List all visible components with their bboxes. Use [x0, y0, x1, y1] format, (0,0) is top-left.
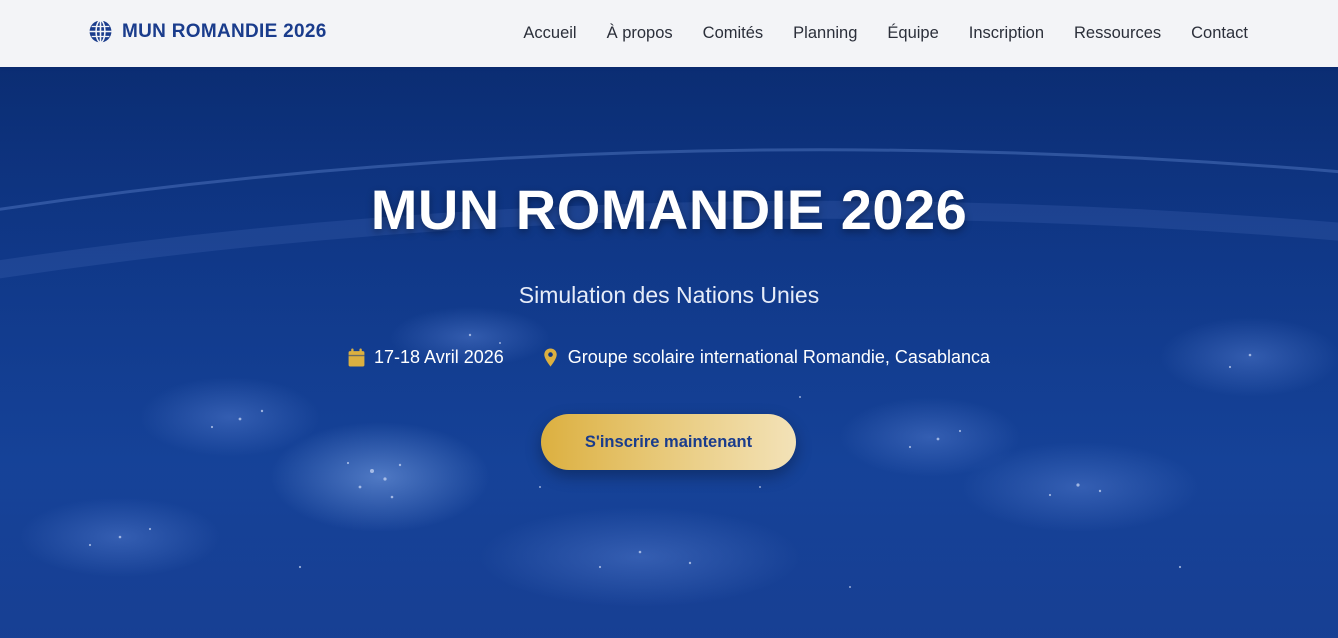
hero-subtitle: Simulation des Nations Unies [518, 282, 820, 308]
nav-link-ressources[interactable]: Ressources [1074, 24, 1161, 43]
brand-title: MUN ROMANDIE 2026 [122, 20, 327, 42]
event-date: 17-18 Avril 2026 [348, 347, 504, 368]
nav-link-comites[interactable]: Comités [703, 24, 764, 43]
event-details: 17-18 Avril 2026 Groupe scolaire interna… [0, 347, 1338, 368]
event-location: Groupe scolaire international Romandie, … [542, 347, 990, 368]
register-now-button[interactable]: S'inscrire maintenant [541, 414, 796, 470]
globe-icon [89, 19, 112, 44]
event-location-text: Groupe scolaire international Romandie, … [567, 347, 990, 367]
nav-link-contact[interactable]: Contact [1191, 24, 1248, 43]
nav-link-equipe[interactable]: Équipe [887, 24, 938, 43]
event-date-text: 17-18 Avril 2026 [373, 347, 504, 367]
top-navbar: MUN ROMANDIE 2026 Accueil À propos Comit… [0, 0, 1338, 67]
nav-link-a-propos[interactable]: À propos [607, 24, 673, 43]
hero-title: MUN ROMANDIE 2026 [370, 178, 968, 241]
nav-links: Accueil À propos Comités Planning Équipe… [523, 0, 1248, 67]
brand-logo-link[interactable]: MUN ROMANDIE 2026 [88, 19, 327, 44]
calendar-icon [348, 348, 365, 367]
hero-content: MUN ROMANDIE 2026 Simulation des Nations… [0, 67, 1338, 638]
map-pin-icon [544, 348, 557, 367]
hero-section: MUN ROMANDIE 2026 Simulation des Nations… [0, 67, 1338, 638]
nav-link-inscription[interactable]: Inscription [969, 24, 1044, 43]
nav-link-planning[interactable]: Planning [793, 24, 857, 43]
nav-link-accueil[interactable]: Accueil [523, 24, 576, 43]
